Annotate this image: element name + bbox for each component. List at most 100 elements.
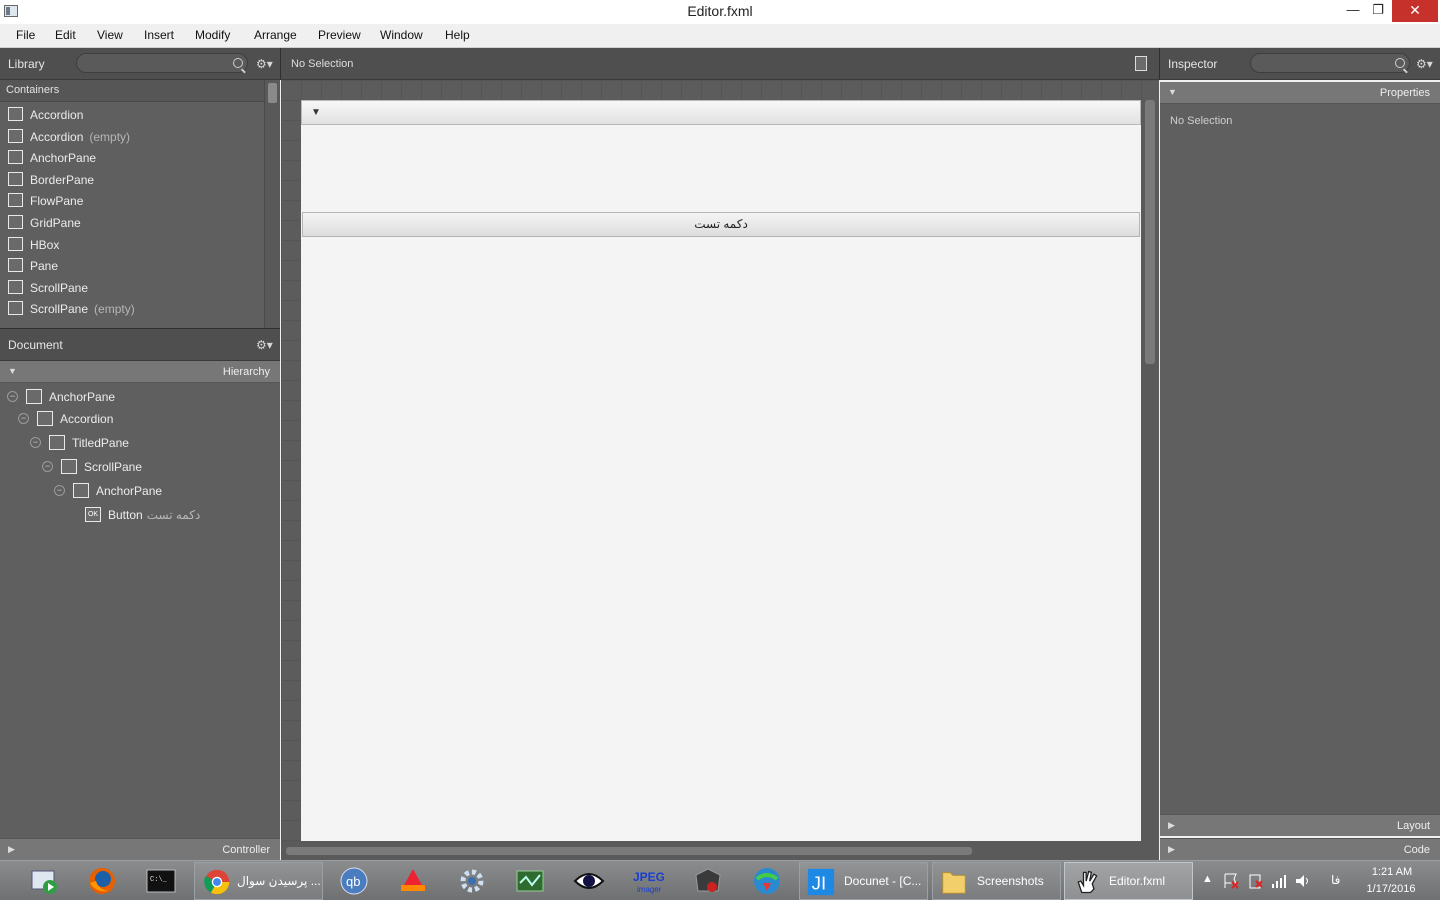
canvas-horizontal-scrollbar[interactable] (281, 841, 1159, 860)
menu-arrange[interactable]: Arrange (254, 28, 297, 42)
command-prompt-icon[interactable]: C:\_ (145, 865, 177, 897)
library-section-containers[interactable]: Containers (0, 80, 264, 102)
taskbar-button-docunet[interactable]: JI Docunet - [C... (799, 862, 928, 900)
library-search-input[interactable] (76, 53, 248, 73)
svg-text:C:\_: C:\_ (150, 876, 168, 884)
tree-item-sublabel: دکمه تست (146, 508, 201, 522)
volume-icon[interactable] (1294, 872, 1312, 890)
menu-modify[interactable]: Modify (195, 28, 230, 42)
hierarchy-section[interactable]: ▼ Hierarchy (0, 361, 280, 383)
menu-window[interactable]: Window (380, 28, 423, 42)
scene-preview[interactable]: ▼ دکمه تست (301, 100, 1141, 841)
library-item-borderpane[interactable]: BorderPane (0, 169, 264, 191)
collapse-icon[interactable]: − (30, 437, 41, 448)
scrollpane-icon (61, 459, 77, 474)
firefox-icon[interactable] (86, 865, 118, 897)
code-section[interactable]: ▶ Code (1160, 838, 1440, 860)
library-item-name: BorderPane (30, 172, 95, 187)
document-gear-icon[interactable]: ⚙▾ (256, 338, 273, 352)
tree-item-anchorpane[interactable]: − AnchorPane (0, 387, 280, 409)
library-item-anchorpane[interactable]: AnchorPane (0, 147, 264, 169)
tree-item-button[interactable]: OK Button دکمه تست (0, 505, 280, 527)
library-item-accordion-empty[interactable]: Accordion (empty) (0, 126, 264, 148)
action-center-icon[interactable] (1222, 872, 1240, 890)
canvas-vscroll-thumb[interactable] (1145, 100, 1155, 364)
taskbar-button-label: پرسیدن سوال ... (237, 874, 321, 888)
library-item-hbox[interactable]: HBox (0, 234, 264, 256)
library-label: Library (8, 57, 45, 71)
menu-view[interactable]: View (97, 28, 123, 42)
taskbar-button-editor[interactable]: Editor.fxml (1064, 862, 1193, 900)
document-label: Document (8, 338, 63, 352)
collapse-arrow-icon: ▼ (1168, 87, 1177, 97)
scene-button[interactable]: دکمه تست (302, 212, 1140, 237)
download-manager-icon[interactable] (751, 865, 783, 897)
tree-item-scrollpane[interactable]: − ScrollPane (0, 457, 280, 479)
gridpane-icon (8, 214, 23, 229)
network-signal-icon[interactable] (1270, 872, 1288, 890)
tree-item-label: AnchorPane (49, 390, 116, 404)
folder-icon (942, 872, 966, 894)
menu-help[interactable]: Help (445, 28, 470, 42)
tree-item-anchorpane-inner[interactable]: − AnchorPane (0, 481, 280, 503)
button-icon: OK (85, 507, 101, 522)
settings-gear-icon[interactable] (456, 865, 488, 897)
tray-expand-icon[interactable]: ▲ (1202, 873, 1213, 885)
inspector-search-input[interactable] (1250, 53, 1410, 73)
eye-icon[interactable] (573, 865, 605, 897)
power-icon[interactable] (1246, 872, 1264, 890)
jpeg-imager-icon[interactable]: JPEGimager (632, 865, 664, 897)
collapse-icon[interactable]: − (18, 413, 29, 424)
tree-item-label: ScrollPane (84, 460, 143, 474)
library-panel: Containers Accordion Accordion (empty) An… (0, 80, 280, 328)
collapse-icon[interactable]: − (42, 461, 53, 472)
library-scrollbar[interactable] (264, 80, 280, 328)
collapse-icon[interactable]: − (7, 391, 18, 402)
inspector-no-selection: No Selection (1170, 115, 1233, 127)
library-gear-icon[interactable]: ⚙▾ (256, 57, 273, 71)
library-item-pane[interactable]: Pane (0, 255, 264, 277)
canvas-vertical-scrollbar[interactable] (1141, 100, 1159, 841)
tree-item-label: Button (108, 508, 143, 522)
titledpane-arrow-icon[interactable]: ▼ (311, 107, 321, 118)
language-indicator[interactable]: فا (1331, 873, 1340, 887)
taskbar-button-chrome[interactable]: پرسیدن سوال ... (194, 862, 323, 900)
library-item-scrollpane[interactable]: ScrollPane (0, 277, 264, 299)
library-scroll-thumb[interactable] (268, 83, 277, 103)
titledpane-header[interactable]: ▼ (301, 100, 1141, 125)
expand-arrow-icon: ▶ (8, 844, 15, 854)
document-icon[interactable] (1135, 56, 1147, 71)
ccleaner-icon[interactable] (397, 865, 429, 897)
hardware-monitor-icon[interactable] (514, 865, 546, 897)
menu-edit[interactable]: Edit (55, 28, 76, 42)
anchorpane-icon (73, 483, 89, 498)
svg-text:JI: JI (812, 873, 827, 894)
library-item-flowpane[interactable]: FlowPane (0, 190, 264, 212)
menu-preview[interactable]: Preview (318, 28, 361, 42)
canvas-hscroll-thumb[interactable] (286, 847, 972, 855)
library-item-gridpane[interactable]: GridPane (0, 212, 264, 234)
library-item-name: Pane (30, 259, 59, 274)
restore-button[interactable]: ❐ (1363, 0, 1393, 22)
controller-section[interactable]: ▶ Controller (0, 838, 280, 860)
library-item-scrollpane-empty[interactable]: ScrollPane (empty) (0, 298, 264, 320)
search-icon (233, 58, 243, 68)
collapse-arrow-icon: ▼ (8, 366, 17, 376)
tree-item-titledpane[interactable]: − TitledPane (0, 433, 280, 455)
media-center-icon[interactable] (28, 865, 60, 897)
properties-label: Properties (1379, 87, 1430, 99)
menu-insert[interactable]: Insert (144, 28, 174, 42)
security-tool-icon[interactable] (692, 865, 724, 897)
taskbar-button-screenshots[interactable]: Screenshots (932, 862, 1061, 900)
properties-section[interactable]: ▼ Properties (1160, 82, 1440, 104)
layout-section[interactable]: ▶ Layout (1160, 814, 1440, 836)
close-button[interactable]: ✕ (1392, 0, 1438, 22)
inspector-panel: No Selection (1160, 104, 1440, 814)
collapse-icon[interactable]: − (54, 485, 65, 496)
inspector-gear-icon[interactable]: ⚙▾ (1416, 57, 1433, 71)
qbittorrent-icon[interactable]: qb (338, 865, 370, 897)
menu-file[interactable]: File (16, 28, 35, 42)
tree-item-accordion[interactable]: − Accordion (0, 409, 280, 431)
taskbar-button-label: Screenshots (977, 874, 1044, 888)
library-item-accordion[interactable]: Accordion (0, 104, 264, 126)
